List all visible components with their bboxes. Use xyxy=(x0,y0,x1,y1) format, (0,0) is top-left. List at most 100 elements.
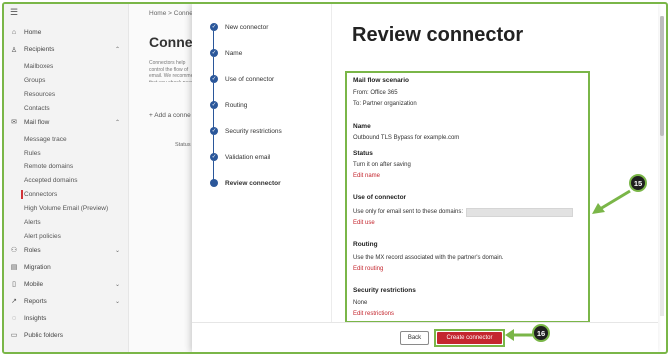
step-complete-icon: ✓ xyxy=(210,153,218,161)
routing-title: Routing xyxy=(353,241,378,248)
insights-icon: ◌ xyxy=(11,314,17,322)
scrollbar-thumb[interactable] xyxy=(660,16,664,136)
nav-item-recipients[interactable]: ♙ Recipients ⌃ xyxy=(4,43,128,56)
wizard-step-label: Use of connector xyxy=(225,75,275,83)
folder-icon: ▭ xyxy=(10,332,18,340)
name-title: Name xyxy=(353,123,371,130)
panel-footer: Back Create connector xyxy=(192,322,658,352)
nav-item-label: Contacts xyxy=(24,104,50,112)
menu-icon[interactable]: ☰ xyxy=(10,7,18,18)
status-column-header[interactable]: Status xyxy=(175,142,191,148)
mobile-icon: ▯ xyxy=(12,281,16,289)
nav-item-label: Home xyxy=(24,29,42,36)
nav-item-label: Mobile xyxy=(24,280,44,288)
nav-item-mailboxes[interactable]: Mailboxes xyxy=(4,60,128,73)
nav-item-high-volume-email-preview[interactable]: High Volume Email (Preview) xyxy=(4,202,128,215)
routing-value: Use the MX record associated with the pa… xyxy=(353,255,504,261)
mail-flow-to: To: Partner organization xyxy=(353,101,417,107)
checkmark-icon: ✓ xyxy=(211,128,217,134)
checkmark-icon: ✓ xyxy=(211,24,217,30)
edit-name-link[interactable]: Edit name xyxy=(353,173,380,179)
nav-item-home[interactable]: ⌂ Home xyxy=(4,26,128,39)
nav-item-reports[interactable]: ↗ Reports ⌄ xyxy=(4,295,128,308)
checkmark-icon: ✓ xyxy=(211,102,217,108)
nav-item-label: Alert policies xyxy=(24,232,61,240)
review-summary: Mail flow scenario From: Office 365 To: … xyxy=(345,71,590,323)
nav-item-label: Message trace xyxy=(24,135,67,143)
mail-flow-title: Mail flow scenario xyxy=(353,77,409,84)
status-title: Status xyxy=(353,150,373,157)
nav-item-migration[interactable]: ▤ Migration xyxy=(4,261,128,274)
mail-flow-from: From: Office 365 xyxy=(353,90,398,96)
edit-routing-link[interactable]: Edit routing xyxy=(353,266,383,272)
nav-item-public-folders[interactable]: ▭ Public folders xyxy=(4,329,128,342)
nav-item-label: Mail flow xyxy=(24,118,50,126)
nav-item-label: Rules xyxy=(24,149,41,157)
edit-use-link[interactable]: Edit use xyxy=(353,220,375,226)
panel-heading: Review connector xyxy=(352,24,524,46)
edit-restrictions-link[interactable]: Edit restrictions xyxy=(353,311,394,317)
home-icon: ⌂ xyxy=(11,29,17,36)
migration-icon: ▤ xyxy=(10,264,18,272)
nav-item-remote-domains[interactable]: Remote domains xyxy=(4,160,128,173)
step-complete-icon: ✓ xyxy=(210,101,218,109)
security-title: Security restrictions xyxy=(353,287,416,294)
step-complete-icon: ✓ xyxy=(210,49,218,57)
callout-arrow-15 xyxy=(592,189,631,214)
create-connector-highlight: Create connector xyxy=(434,329,505,347)
nav-item-roles[interactable]: ⚇ Roles ⌄ xyxy=(4,244,128,257)
nav-item-accepted-domains[interactable]: Accepted domains xyxy=(4,174,128,187)
nav-item-alerts[interactable]: Alerts xyxy=(4,216,128,229)
callout-badge-16: 16 xyxy=(532,324,550,342)
nav-item-insights[interactable]: ◌ Insights xyxy=(4,312,128,325)
nav-item-label: Migration xyxy=(24,263,51,271)
use-title: Use of connector xyxy=(353,194,407,201)
wizard-step-label: Name xyxy=(225,49,243,57)
nav-item-contacts[interactable]: Contacts xyxy=(4,102,128,115)
nav-item-label: Connectors xyxy=(24,191,58,199)
redacted-domains xyxy=(466,208,573,217)
status-value: Turn it on after saving xyxy=(353,162,411,168)
add-connector-button[interactable]: + Add a conne xyxy=(149,112,191,119)
step-complete-icon: ✓ xyxy=(210,127,218,135)
step-complete-icon: ✓ xyxy=(210,23,218,31)
nav-item-label: Alerts xyxy=(24,219,41,226)
wizard-step-label: Security restrictions xyxy=(225,127,282,135)
roles-icon: ⚇ xyxy=(10,247,18,255)
wizard-step-label: Validation email xyxy=(225,153,271,161)
chevron-down-icon: ⌄ xyxy=(114,247,120,254)
callout-arrow-16 xyxy=(505,329,533,341)
nav-item-message-trace[interactable]: Message trace xyxy=(4,133,128,146)
nav-item-alert-policies[interactable]: Alert policies xyxy=(4,230,128,243)
connectors-page-background: Home > Conne Connecto Connectors help co… xyxy=(128,4,214,352)
person-icon: ♙ xyxy=(10,46,18,54)
checkmark-icon: ✓ xyxy=(211,154,217,160)
wizard-step-label: Review connector xyxy=(225,179,281,187)
chevron-down-icon: ⌄ xyxy=(114,298,120,305)
nav-item-label: Reports xyxy=(24,297,47,305)
nav-item-label: Resources xyxy=(24,90,56,98)
breadcrumb[interactable]: Home > Conne xyxy=(149,10,193,17)
wizard-steps: ✓ New connector ✓ Name ✓ Use of connector ✓ Rou… xyxy=(192,4,332,322)
chevron-down-icon: ⌄ xyxy=(114,281,120,288)
window-frame: ☰ ⌂ Home ♙ Recipients ⌃ Mailboxes Groups Resour… xyxy=(2,2,668,354)
nav-item-groups[interactable]: Groups xyxy=(4,74,128,87)
nav-item-label: Accepted domains xyxy=(24,177,78,185)
create-connector-button[interactable]: Create connector xyxy=(437,332,502,344)
nav-item-label: Remote domains xyxy=(24,163,74,171)
nav-item-label: Public folders xyxy=(24,331,64,339)
security-value: None xyxy=(353,300,368,306)
nav-item-label: Groups xyxy=(24,76,46,84)
chevron-up-icon: ⌃ xyxy=(114,119,120,126)
step-complete-icon: ✓ xyxy=(210,75,218,83)
back-button[interactable]: Back xyxy=(400,331,429,345)
left-nav: ☰ ⌂ Home ♙ Recipients ⌃ Mailboxes Groups Resour… xyxy=(4,4,128,352)
nav-item-resources[interactable]: Resources xyxy=(4,88,128,101)
mail-icon: ✉ xyxy=(11,119,17,127)
nav-item-connectors[interactable]: Connectors xyxy=(4,188,128,201)
nav-item-mobile[interactable]: ▯ Mobile ⌄ xyxy=(4,278,128,291)
nav-item-mail-flow[interactable]: ✉ Mail flow ⌃ xyxy=(4,116,128,129)
nav-item-rules[interactable]: Rules xyxy=(4,147,128,160)
chevron-up-icon: ⌃ xyxy=(114,47,120,53)
scrollbar[interactable] xyxy=(660,16,664,316)
